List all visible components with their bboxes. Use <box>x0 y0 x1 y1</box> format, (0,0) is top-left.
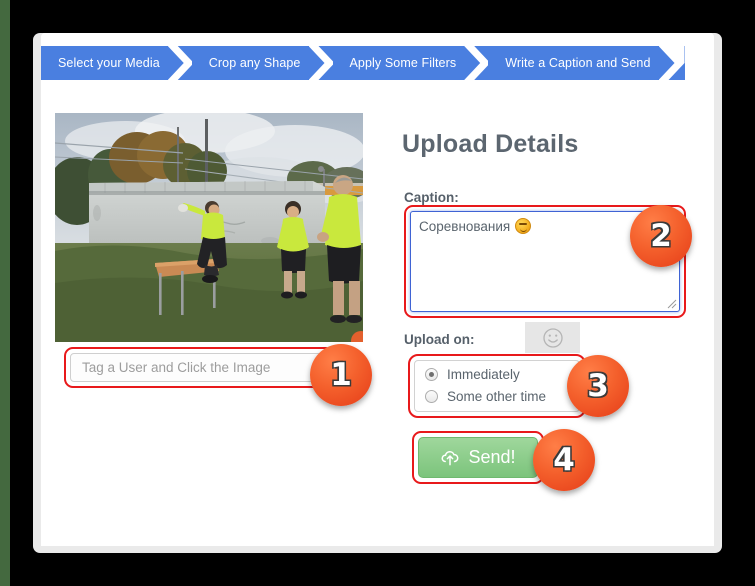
schedule-option-label: Some other time <box>447 389 547 404</box>
annotation-badge-3: 3 <box>567 355 629 417</box>
send-button[interactable]: Send! <box>418 437 538 478</box>
schedule-option-immediately[interactable]: Immediately <box>425 367 520 382</box>
wizard-step-select-media[interactable]: Select your Media <box>41 46 194 80</box>
wizard-steps: Select your Media Crop any Shape Apply S… <box>41 46 685 80</box>
schedule-option-label: Immediately <box>447 367 520 382</box>
wizard-step-label: Select your Media <box>58 56 160 70</box>
annotation-badge-2: 2 <box>630 205 692 267</box>
wizard-step-label: Apply Some Filters <box>349 56 457 70</box>
wizard-step-label: Crop any Shape <box>208 56 301 70</box>
page-title: Upload Details <box>402 130 579 158</box>
caption-label: Caption: <box>404 190 459 205</box>
schedule-radio-group: Immediately Some other time <box>414 360 580 412</box>
chevron-right-icon <box>309 46 335 80</box>
cloud-upload-icon <box>442 450 459 465</box>
annotation-badge-4: 4 <box>533 429 595 491</box>
wizard-step-apply-filters[interactable]: Apply Some Filters <box>332 46 491 80</box>
tag-user-placeholder: Tag a User and Click the Image <box>82 360 271 375</box>
wizard-step-label: Write a Caption and Send <box>505 56 651 70</box>
radio-button-selected-icon[interactable] <box>425 368 438 381</box>
smiley-icon <box>542 327 563 348</box>
wizard-step-crop-shape[interactable]: Crop any Shape <box>191 46 335 80</box>
desktop-left-strip <box>0 0 10 586</box>
wizard-step-write-caption[interactable]: Write a Caption and Send <box>488 46 685 80</box>
annotation-badge-1: 1 <box>310 344 372 406</box>
send-button-label: Send! <box>468 447 516 467</box>
radio-button-unselected-icon[interactable] <box>425 390 438 403</box>
screenshot-root: Select your Media Crop any Shape Apply S… <box>0 0 755 586</box>
chevron-right-icon <box>659 46 685 80</box>
schedule-option-some-other-time[interactable]: Some other time <box>425 389 546 404</box>
media-preview-image[interactable] <box>55 113 363 342</box>
upload-on-label: Upload on: <box>404 332 475 347</box>
chevron-right-icon <box>464 46 490 80</box>
chevron-right-icon <box>168 46 194 80</box>
tag-user-input[interactable]: Tag a User and Click the Image <box>70 353 328 382</box>
emoji-picker-button[interactable] <box>525 322 580 353</box>
